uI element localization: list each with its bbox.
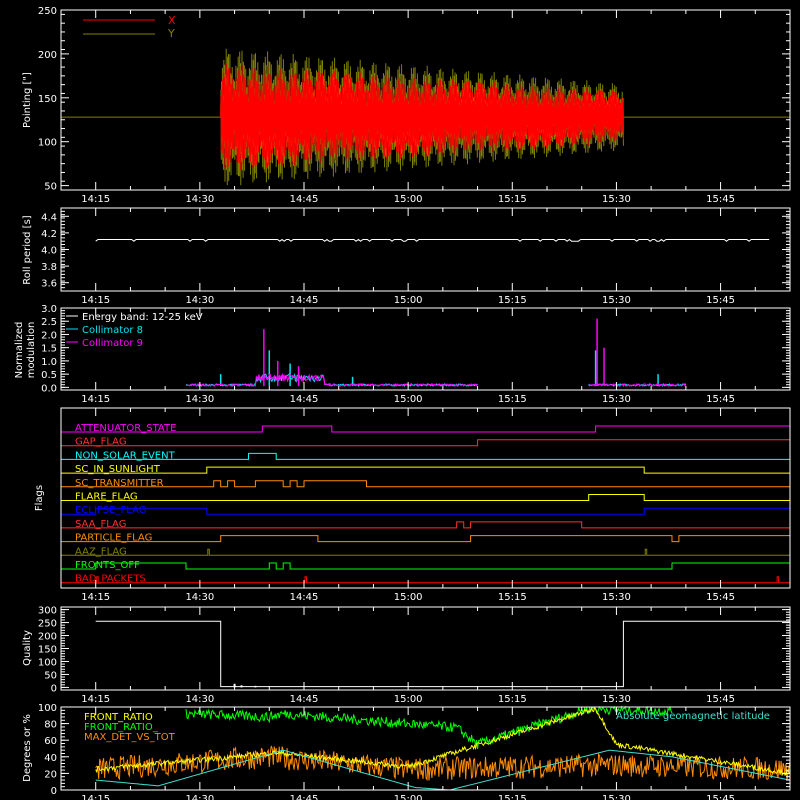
y-tick-label: 3.0	[41, 304, 57, 315]
time-tick-label: 15:30	[602, 592, 631, 603]
time-tick-label: 15:15	[498, 694, 527, 705]
time-tick-label: 15:45	[706, 794, 735, 800]
y-tick-label: 60	[44, 736, 57, 747]
time-tick-label: 15:00	[394, 592, 423, 603]
y-tick-label: 0	[51, 786, 57, 797]
time-tick-label: 14:30	[185, 694, 214, 705]
time-tick-label: 14:30	[185, 794, 214, 800]
y-tick-label: 4.4	[41, 212, 57, 223]
y-tick-label: 3.6	[41, 279, 57, 290]
time-tick-label: 14:15	[81, 295, 110, 306]
y-tick-label: 80	[44, 720, 57, 731]
legend-max-det: MAX_DET_VS_TOT	[84, 732, 176, 743]
flags-ylabel: Flags	[34, 485, 45, 511]
roll-period-ylabel: Roll period [s]	[22, 215, 33, 284]
time-tick-label: 15:15	[498, 394, 527, 405]
time-tick-label: 15:45	[706, 694, 735, 705]
modulation-ylabel-1: Normalized	[14, 322, 25, 379]
y-tick-label: 1.0	[41, 357, 57, 368]
time-tick-label: 15:30	[602, 794, 631, 800]
modulation-ylabel-2: modulation	[26, 322, 37, 379]
legend-x-label: X	[168, 14, 176, 27]
y-tick-label: 20	[44, 769, 57, 780]
y-tick-label: 0.0	[41, 383, 57, 394]
y-tick-label: 0	[51, 683, 57, 694]
time-tick-label: 14:45	[290, 694, 319, 705]
y-tick-label: 150	[38, 645, 57, 656]
y-tick-label: 150	[38, 94, 57, 105]
time-tick-label: 14:30	[185, 295, 214, 306]
y-tick-label: 300	[38, 606, 57, 617]
y-tick-label: 200	[38, 632, 57, 643]
legend-y-label: Y	[167, 27, 175, 40]
time-tick-label: 14:45	[290, 794, 319, 800]
time-tick-label: 15:45	[706, 394, 735, 405]
time-tick-label: 15:15	[498, 295, 527, 306]
time-tick-label: 14:15	[81, 592, 110, 603]
time-tick-label: 14:45	[290, 394, 319, 405]
legend-geomagnetic-latitude: Absolute geomagnetic latitude	[616, 711, 770, 722]
y-tick-label: 50	[44, 670, 57, 681]
time-tick-label: 15:00	[394, 295, 423, 306]
y-tick-label: 250	[38, 619, 57, 630]
time-tick-label: 14:30	[185, 394, 214, 405]
degrees-ylabel: Degrees or %	[22, 714, 33, 782]
time-tick-label: 15:30	[602, 694, 631, 705]
time-tick-label: 15:00	[394, 694, 423, 705]
y-tick-label: 100	[38, 703, 57, 714]
status-plot-canvas: 5010015020025014:15 14:30 14:45 15:00 15:15 1…	[0, 0, 800, 800]
time-tick-label: 14:15	[81, 794, 110, 800]
time-tick-label: 14:30	[185, 194, 214, 205]
legend-collimator-9: Collimator 9	[82, 338, 143, 349]
time-tick-label: 15:45	[706, 592, 735, 603]
time-tick-label: 14:15	[81, 694, 110, 705]
time-tick-label: 15:30	[602, 295, 631, 306]
y-tick-label: 4.0	[41, 246, 57, 257]
legend-energy-band: Energy band: 12-25 keV	[82, 312, 203, 323]
y-tick-label: 100	[38, 657, 57, 668]
y-tick-label: 40	[44, 753, 57, 764]
time-tick-label: 15:00	[394, 194, 423, 205]
time-tick-label: 14:45	[290, 592, 319, 603]
time-tick-label: 14:15	[81, 394, 110, 405]
y-tick-label: 0.5	[41, 370, 57, 381]
time-tick-label: 15:45	[706, 295, 735, 306]
y-tick-label: 100	[38, 138, 57, 149]
time-tick-label: 15:30	[602, 394, 631, 405]
time-tick-label: 15:00	[394, 394, 423, 405]
y-tick-label: 2.0	[41, 330, 57, 341]
time-tick-label: 14:45	[290, 194, 319, 205]
time-tick-label: 15:30	[602, 194, 631, 205]
quality-ylabel: Quality	[22, 630, 33, 666]
time-tick-label: 14:15	[81, 194, 110, 205]
time-tick-label: 15:15	[498, 794, 527, 800]
y-tick-label: 2.5	[41, 317, 57, 328]
time-tick-label: 15:00	[394, 794, 423, 800]
y-tick-label: 3.8	[41, 262, 57, 273]
y-tick-label: 50	[44, 182, 57, 193]
time-tick-label: 15:15	[498, 592, 527, 603]
y-tick-label: 250	[38, 6, 57, 17]
time-tick-label: 15:15	[498, 194, 527, 205]
time-tick-label: 14:45	[290, 295, 319, 306]
y-tick-label: 1.5	[41, 344, 57, 355]
pointing-ylabel: Pointing ["]	[22, 72, 33, 128]
y-tick-label: 4.2	[41, 229, 57, 240]
time-tick-label: 14:30	[185, 592, 214, 603]
legend-collimator-8: Collimator 8	[82, 325, 143, 336]
y-tick-label: 200	[38, 50, 57, 61]
time-tick-label: 15:45	[706, 194, 735, 205]
